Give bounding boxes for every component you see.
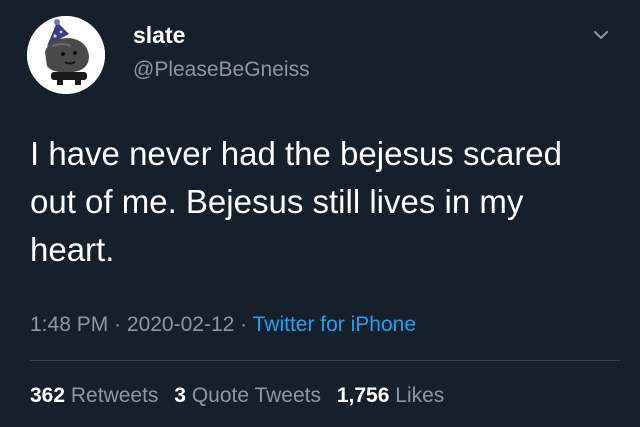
engagement-stats: 362 Retweets 3 Quote Tweets 1,756 Likes xyxy=(30,384,444,408)
tweet-metadata: 1:48 PM · 2020-02-12 · Twitter for iPhon… xyxy=(30,313,416,337)
tweet-time[interactable]: 1:48 PM xyxy=(30,313,108,336)
user-handle[interactable]: @PleaseBeGneiss xyxy=(133,58,310,82)
divider xyxy=(30,360,620,361)
retweets-label: Retweets xyxy=(70,384,159,407)
avatar[interactable] xyxy=(27,16,105,94)
retweets-stat[interactable]: 362 Retweets xyxy=(30,384,158,407)
quote-tweets-label: Quote Tweets xyxy=(191,384,322,407)
display-name[interactable]: slate xyxy=(133,22,185,49)
separator: · xyxy=(108,313,127,336)
quote-tweets-count: 3 xyxy=(174,384,186,407)
likes-label: Likes xyxy=(395,384,445,407)
tweet-date[interactable]: 2020-02-12 xyxy=(127,313,234,336)
retweets-count: 362 xyxy=(30,384,66,407)
tweet-text: I have never had the bejesus scared out … xyxy=(30,135,563,268)
likes-count: 1,756 xyxy=(336,384,390,407)
tweet-source-link[interactable]: Twitter for iPhone xyxy=(253,313,416,336)
quote-tweets-stat[interactable]: 3 Quote Tweets xyxy=(174,384,321,407)
party-rock-avatar-icon xyxy=(27,16,105,94)
tweet-card: slate @PleaseBeGneiss I have never had t… xyxy=(0,0,640,427)
likes-stat[interactable]: 1,756 Likes xyxy=(337,384,444,407)
chevron-down-icon[interactable] xyxy=(590,24,612,46)
separator: · xyxy=(234,313,253,336)
